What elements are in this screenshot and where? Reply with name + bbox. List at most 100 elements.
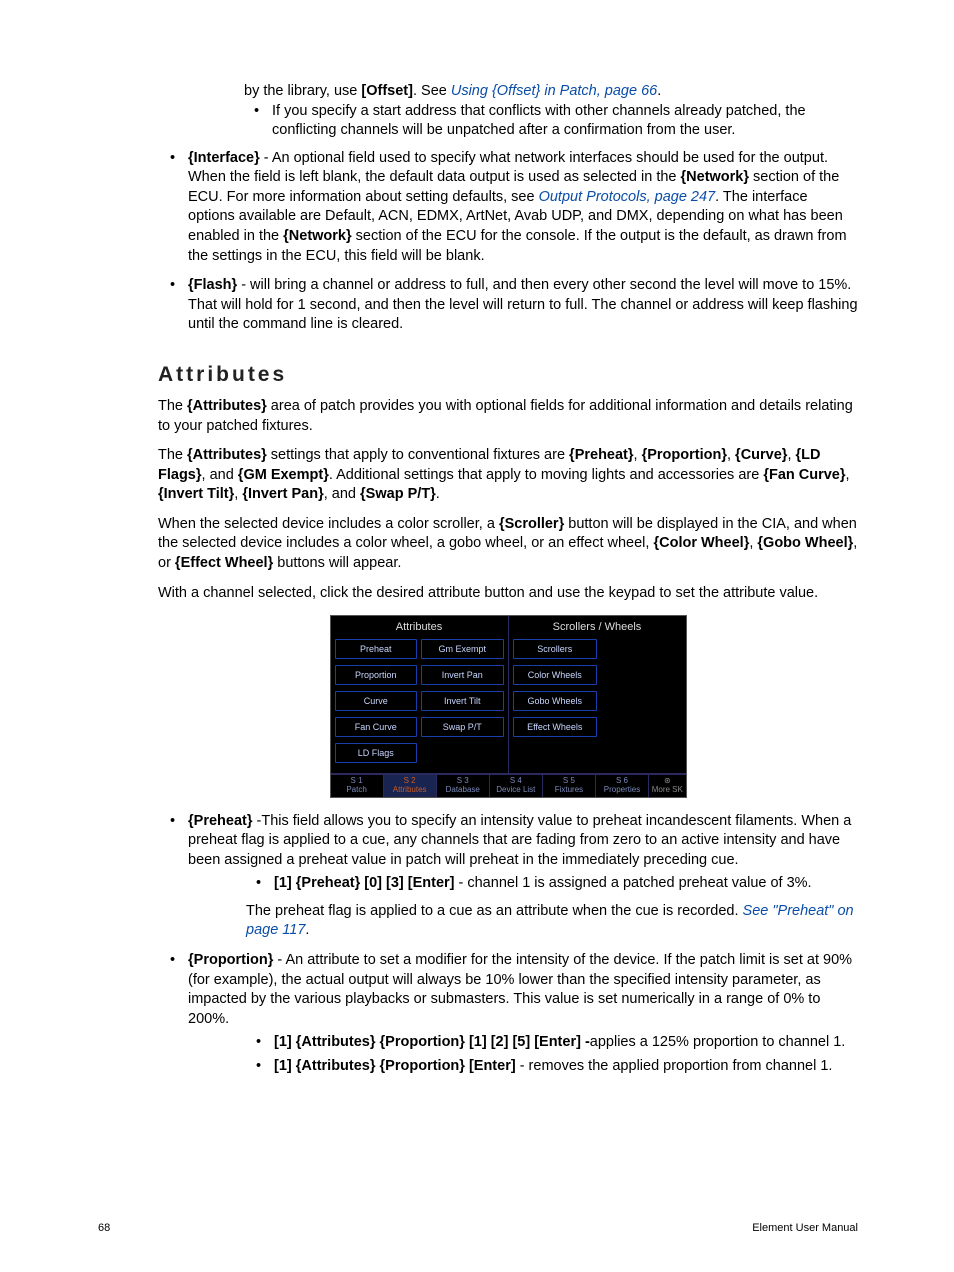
scrollers-button[interactable]: Scrollers xyxy=(513,639,598,659)
text: When the selected device includes a colo… xyxy=(158,516,499,532)
text: - An attribute to set a modifier for the… xyxy=(188,952,852,1027)
manual-title: Element User Manual xyxy=(752,1221,858,1236)
text: - removes the applied proportion from ch… xyxy=(516,1058,833,1074)
empty-slot xyxy=(601,691,682,711)
text: . xyxy=(305,922,309,938)
text: . xyxy=(436,486,440,502)
attr-p3: When the selected device includes a colo… xyxy=(158,515,858,574)
text: , xyxy=(634,447,642,463)
output-protocols-link[interactable]: Output Protocols, page 247 xyxy=(539,189,716,205)
text: - will bring a channel or address to ful… xyxy=(188,277,858,332)
attr-p4: With a channel selected, click the desir… xyxy=(158,584,858,604)
lbl: {Invert Pan} xyxy=(242,486,323,502)
tab-fixtures[interactable]: S 5Fixtures xyxy=(543,774,596,797)
fan-curve-button[interactable]: Fan Curve xyxy=(335,717,418,737)
text: settings that apply to conventional fixt… xyxy=(267,447,569,463)
empty-slot xyxy=(601,665,682,685)
intro-continuation: by the library, use [Offset]. See Using … xyxy=(244,82,858,141)
page-footer: 68 Element User Manual xyxy=(98,1221,858,1236)
keystrokes: [1] {Attributes} {Proportion} [Enter] xyxy=(274,1058,516,1074)
lbl: {Color Wheel} xyxy=(653,535,749,551)
intro-sublist: If you specify a start address that conf… xyxy=(244,102,858,141)
text: -This field allows you to specify an int… xyxy=(188,813,851,868)
preheat-sublist: [1] {Preheat} [0] [3] [Enter] - channel … xyxy=(246,874,858,894)
text: by the library, use xyxy=(244,83,361,99)
network-label-2: {Network} xyxy=(283,228,352,244)
empty-slot xyxy=(601,639,682,659)
empty-slot xyxy=(421,743,504,763)
proportion-item: {Proportion} - An attribute to set a mod… xyxy=(158,951,858,1076)
text: . See xyxy=(413,83,451,99)
text: , and xyxy=(324,486,360,502)
fig-col-attributes: Attributes PreheatGm Exempt ProportionIn… xyxy=(331,616,508,773)
text: . xyxy=(657,83,661,99)
lbl: {Preheat} xyxy=(569,447,633,463)
page-number: 68 xyxy=(98,1221,110,1236)
attr-p1: The {Attributes} area of patch provides … xyxy=(158,397,858,436)
text: The xyxy=(158,398,187,414)
text: , xyxy=(787,447,795,463)
attributes-label: {Attributes} xyxy=(187,398,267,414)
proportion-label: {Proportion} xyxy=(188,952,273,968)
text: , and xyxy=(202,467,238,483)
offset-key: [Offset] xyxy=(361,83,413,99)
preheat-label: {Preheat} xyxy=(188,813,252,829)
color-wheels-button[interactable]: Color Wheels xyxy=(513,665,598,685)
proportion-button[interactable]: Proportion xyxy=(335,665,418,685)
curve-button[interactable]: Curve xyxy=(335,691,418,711)
text: applies a 125% proportion to channel 1. xyxy=(590,1034,846,1050)
flash-item: {Flash} - will bring a channel or addres… xyxy=(158,276,858,335)
lbl: {Gobo Wheel} xyxy=(757,535,853,551)
empty-slot xyxy=(601,717,682,737)
fig-col-scrollers: Scrollers / Wheels Scrollers Color Wheel… xyxy=(508,616,686,773)
tab-device-list[interactable]: S 4Device List xyxy=(490,774,543,797)
ld-flags-button[interactable]: LD Flags xyxy=(335,743,418,763)
conflict-note: If you specify a start address that conf… xyxy=(244,102,858,141)
text: The preheat flag is applied to a cue as … xyxy=(246,903,743,919)
attributes-heading: Attributes xyxy=(158,361,858,389)
tab-patch[interactable]: S 1Patch xyxy=(331,774,384,797)
preheat-note: The preheat flag is applied to a cue as … xyxy=(246,902,858,941)
flash-label: {Flash} xyxy=(188,277,237,293)
gobo-wheels-button[interactable]: Gobo Wheels xyxy=(513,691,598,711)
top-options-list: {Interface} - An optional field used to … xyxy=(158,149,858,335)
text: The xyxy=(158,447,187,463)
interface-item: {Interface} - An optional field used to … xyxy=(158,149,858,266)
lbl: {Swap P/T} xyxy=(360,486,436,502)
network-label: {Network} xyxy=(681,169,750,185)
invert-tilt-button[interactable]: Invert Tilt xyxy=(421,691,504,711)
interface-label: {Interface} xyxy=(188,150,260,166)
proportion-example-2: [1] {Attributes} {Proportion} [Enter] - … xyxy=(246,1057,858,1077)
lbl: {Fan Curve} xyxy=(763,467,845,483)
keystrokes: [1] {Attributes} {Proportion} [1] [2] [5… xyxy=(274,1034,590,1050)
proportion-sublist: [1] {Attributes} {Proportion} [1] [2] [5… xyxy=(246,1033,858,1076)
col-title: Scrollers / Wheels xyxy=(513,618,682,639)
lbl: {GM Exempt} xyxy=(238,467,329,483)
attr-p2: The {Attributes} settings that apply to … xyxy=(158,446,858,505)
lbl: {Invert Tilt} xyxy=(158,486,234,502)
attributes-panel-figure: Attributes PreheatGm Exempt ProportionIn… xyxy=(330,615,687,797)
tab-properties[interactable]: S 6Properties xyxy=(596,774,649,797)
invert-pan-button[interactable]: Invert Pan xyxy=(421,665,504,685)
effect-wheels-button[interactable]: Effect Wheels xyxy=(513,717,598,737)
tab-attributes[interactable]: S 2Attributes xyxy=(384,774,437,797)
library-offset-line: by the library, use [Offset]. See Using … xyxy=(244,82,858,102)
text: , xyxy=(846,467,850,483)
lbl: {Proportion} xyxy=(642,447,727,463)
tab-database[interactable]: S 3Database xyxy=(437,774,490,797)
col-title: Attributes xyxy=(335,618,504,639)
offset-link[interactable]: Using {Offset} in Patch, page 66 xyxy=(451,83,657,99)
gm-exempt-button[interactable]: Gm Exempt xyxy=(421,639,504,659)
swap-pt-button[interactable]: Swap P/T xyxy=(421,717,504,737)
figure-tabs: S 1Patch S 2Attributes S 3Database S 4De… xyxy=(331,773,686,797)
preheat-item: {Preheat} -This field allows you to spec… xyxy=(158,812,858,941)
text: . Additional settings that apply to movi… xyxy=(329,467,763,483)
empty-slot xyxy=(513,743,682,763)
keystrokes: [1] {Preheat} [0] [3] [Enter] xyxy=(274,875,454,891)
page: by the library, use [Offset]. See Using … xyxy=(0,0,954,1272)
preheat-button[interactable]: Preheat xyxy=(335,639,418,659)
lbl: {Effect Wheel} xyxy=(175,555,273,571)
proportion-example-1: [1] {Attributes} {Proportion} [1] [2] [5… xyxy=(246,1033,858,1053)
lbl: {Attributes} xyxy=(187,447,267,463)
tab-more-sk[interactable]: ⊛More SK xyxy=(649,774,685,797)
